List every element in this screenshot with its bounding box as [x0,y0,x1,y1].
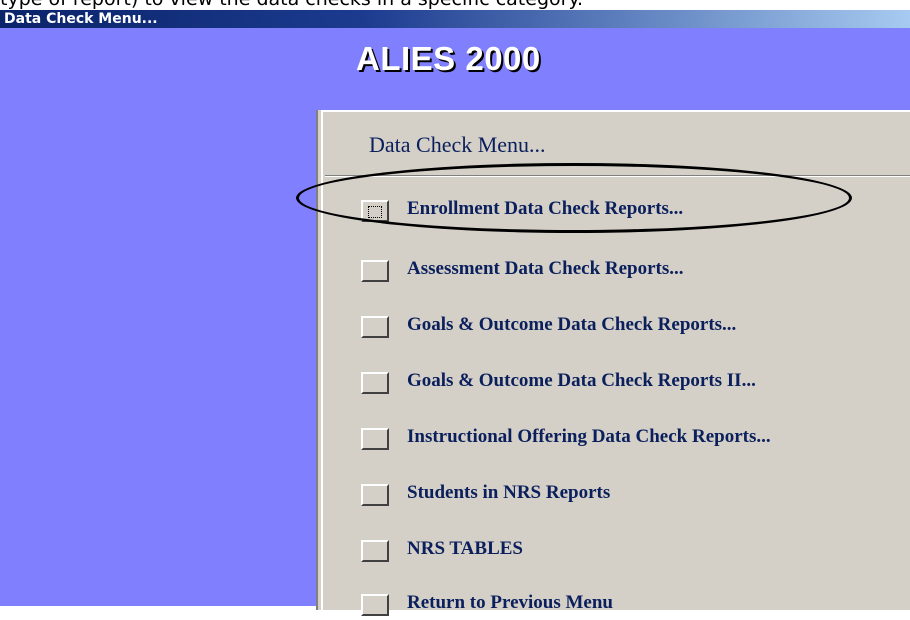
menu-item-assessment[interactable]: Assessment Data Check Reports... [361,256,910,286]
menu-item-label[interactable]: Enrollment Data Check Reports... [407,198,683,220]
document-caption: type of report) to view the data checks … [0,0,910,10]
menu-panel-inner: Data Check Menu... Enrollment Data Check… [321,110,910,616]
goals-outcome-reports-button[interactable] [361,316,389,338]
menu-divider [325,175,910,177]
menu-panel: Data Check Menu... Enrollment Data Check… [316,110,910,616]
menu-item-label[interactable]: Goals & Outcome Data Check Reports... [407,314,736,336]
enrollment-reports-button[interactable] [361,200,389,222]
menu-item-label[interactable]: Goals & Outcome Data Check Reports II... [407,370,756,392]
menu-heading: Data Check Menu... [369,132,546,157]
return-previous-menu-button[interactable] [361,594,389,616]
menu-item-enrollment[interactable]: Enrollment Data Check Reports... [361,196,910,226]
menu-item-nrs-tables[interactable]: NRS TABLES [361,536,910,566]
menu-item-goals-outcome[interactable]: Goals & Outcome Data Check Reports... [361,312,910,342]
instructional-offering-reports-button[interactable] [361,428,389,450]
app-title: ALIES 2000 [356,40,541,77]
window-titlebar[interactable]: Data Check Menu... [0,10,910,28]
menu-item-label[interactable]: Assessment Data Check Reports... [407,258,684,280]
menu-item-label[interactable]: Instructional Offering Data Check Report… [407,426,771,448]
menu-item-return[interactable]: Return to Previous Menu [361,590,910,620]
students-nrs-reports-button[interactable] [361,484,389,506]
window-title: Data Check Menu... [4,11,158,27]
menu-item-label[interactable]: NRS TABLES [407,538,523,560]
menu-item-students-nrs[interactable]: Students in NRS Reports [361,480,910,510]
goals-outcome-ii-reports-button[interactable] [361,372,389,394]
menu-item-label[interactable]: Students in NRS Reports [407,482,610,504]
menu-item-instructional-offering[interactable]: Instructional Offering Data Check Report… [361,424,910,454]
assessment-reports-button[interactable] [361,260,389,282]
nrs-tables-button[interactable] [361,540,389,562]
menu-item-label[interactable]: Return to Previous Menu [407,592,613,614]
menu-item-goals-outcome-ii[interactable]: Goals & Outcome Data Check Reports II... [361,368,910,398]
